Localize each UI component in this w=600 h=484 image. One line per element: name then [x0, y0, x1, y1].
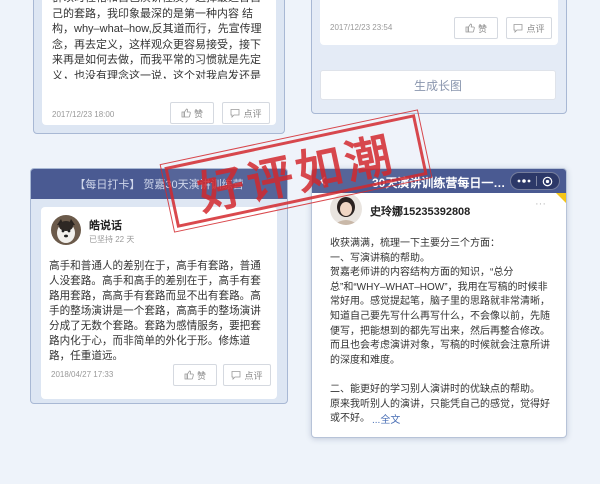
- more-icon[interactable]: [517, 179, 531, 183]
- expand-text[interactable]: ...全文: [372, 415, 400, 426]
- corner-mark: [556, 193, 566, 203]
- post-text: 高手和普通人的差别在于，高手有套路，普通人没套路。高手和高手的差别在于，高手有套…: [49, 260, 261, 362]
- comment-icon: [231, 109, 240, 118]
- comment-button[interactable]: 点评: [506, 17, 552, 39]
- post-text: 群以时性格和自己演讲性质，选择最适合自己的套路，我印象最深的是第一种内容 结构，…: [52, 0, 262, 79]
- top-left-card: 群以时性格和自己演讲性质，选择最适合自己的套路，我印象最深的是第一种内容 结构，…: [42, 0, 276, 125]
- comment-button[interactable]: 点评: [222, 102, 270, 124]
- like-button[interactable]: 赞: [173, 364, 217, 386]
- thumb-up-icon: [181, 108, 191, 118]
- like-label: 赞: [477, 23, 487, 34]
- thumb-up-icon: [184, 370, 194, 380]
- avatar: [330, 193, 362, 225]
- thumb-up-icon: [465, 23, 475, 33]
- comment-button[interactable]: 点评: [223, 364, 271, 386]
- persist-days: 已坚持 22 天: [89, 235, 135, 244]
- generate-long-image-button[interactable]: 生成长图: [320, 70, 556, 100]
- phone-screen: 30天演讲训练营每日一… 史玲娜15235392808 ··· 收获满满，梳理一…: [311, 168, 567, 438]
- post-date: 2017/12/23 18:00: [52, 110, 115, 119]
- comment-label: 点评: [244, 370, 263, 381]
- user-avatar-image: [330, 193, 362, 225]
- post-date: 2018/04/27 17:33: [51, 370, 114, 379]
- comment-label: 点评: [243, 108, 262, 119]
- target-icon[interactable]: [542, 176, 553, 187]
- capsule-divider: [535, 176, 537, 186]
- top-left-panel: 群以时性格和自己演讲性质，选择最适合自己的套路，我印象最深的是第一种内容 结构，…: [33, 0, 285, 134]
- post-card: 皓说话 已坚持 22 天 高手和普通人的差别在于，高手有套路，普通人没套路。高手…: [41, 207, 277, 399]
- top-right-card: 2017/12/23 23:54 赞 点评: [320, 0, 558, 45]
- like-button[interactable]: 赞: [170, 102, 214, 124]
- user-name[interactable]: 史玲娜15235392808: [370, 203, 470, 219]
- mini-program-capsule[interactable]: [510, 172, 560, 190]
- user-name[interactable]: 皓说话: [89, 217, 122, 233]
- expand-link[interactable]: ...全文: [372, 410, 412, 426]
- like-label: 赞: [196, 370, 206, 381]
- post-date: 2017/12/23 23:54: [330, 23, 393, 32]
- dog-avatar-image: [51, 215, 81, 245]
- avatar: [51, 215, 81, 245]
- more-dots[interactable]: ···: [535, 198, 546, 210]
- post-text: 收获满满，梳理一下主要分三个方面： 一、写演讲稿的帮助。 贺嘉老师讲的内容结构方…: [330, 238, 550, 425]
- like-button[interactable]: 赞: [454, 17, 498, 39]
- comment-label: 点评: [526, 23, 545, 34]
- comment-icon: [232, 371, 241, 380]
- comment-icon: [514, 24, 523, 33]
- like-label: 赞: [193, 108, 203, 119]
